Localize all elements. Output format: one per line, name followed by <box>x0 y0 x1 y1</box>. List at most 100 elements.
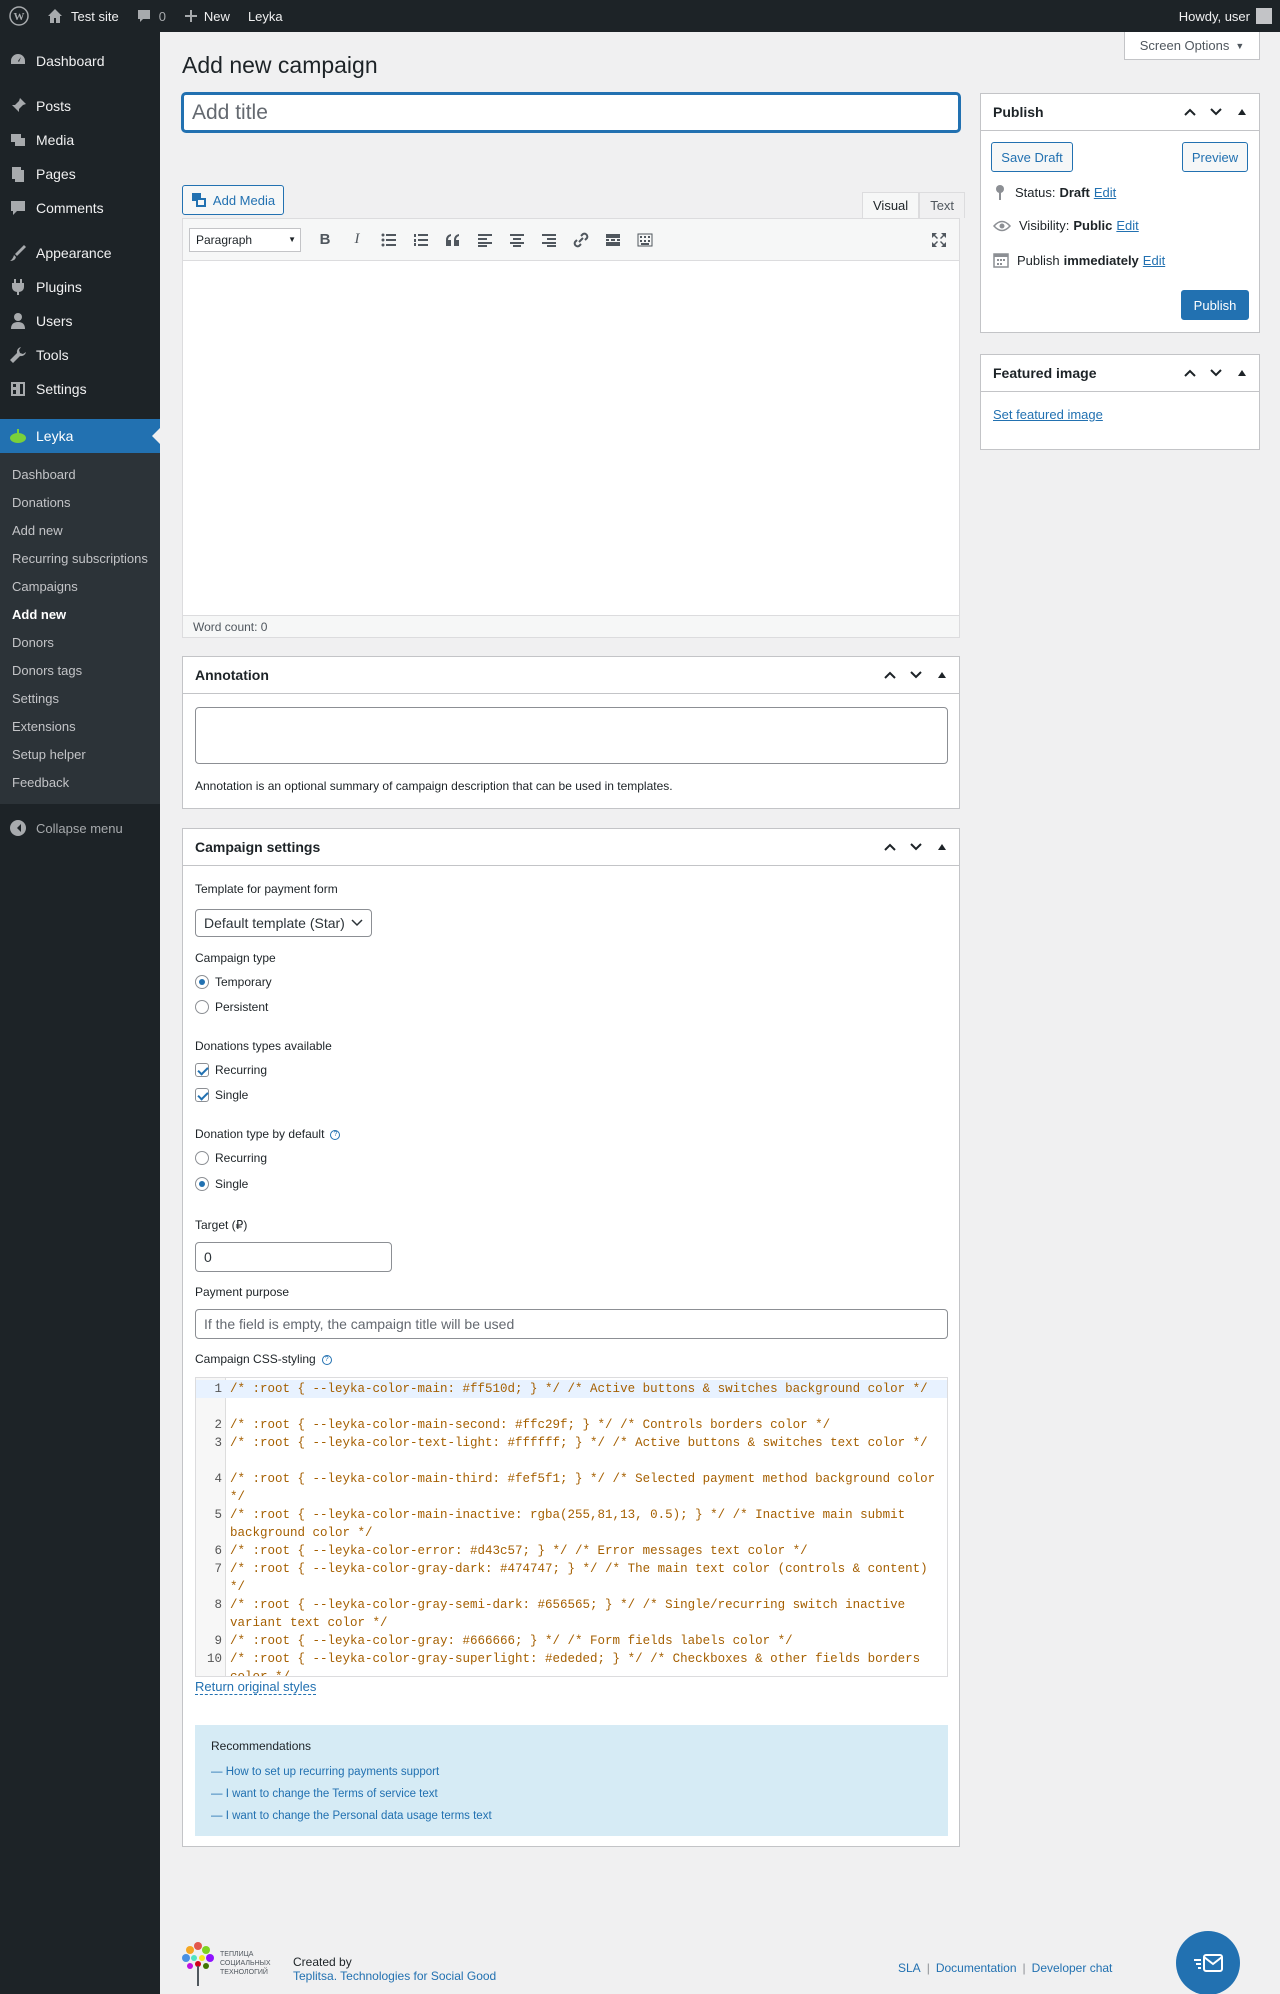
wordpress-logo[interactable]: W <box>0 0 38 32</box>
editor-content-area[interactable] <box>183 261 959 615</box>
checkbox-checked[interactable] <box>195 1063 209 1077</box>
save-draft-button[interactable]: Save Draft <box>991 142 1073 172</box>
sidebar-item-leyka[interactable]: Leyka <box>0 419 160 453</box>
align-left-icon[interactable] <box>469 225 501 255</box>
sidebar-item-tools[interactable]: Tools <box>0 338 160 372</box>
submenu-item-add-new-donation[interactable]: Add new <box>0 516 160 544</box>
radio-checked[interactable] <box>195 975 209 989</box>
edit-status-link[interactable]: Edit <box>1094 185 1116 200</box>
template-select[interactable]: Default template (Star) <box>195 909 372 937</box>
code-text: /* :root { --leyka-color-gray: #666666; … <box>230 1634 793 1648</box>
donation-type-single[interactable]: Single <box>195 1086 248 1104</box>
developer-chat-link[interactable]: Developer chat <box>1026 1961 1119 1975</box>
fullscreen-icon[interactable] <box>923 225 955 255</box>
bullet-list-icon[interactable] <box>373 225 405 255</box>
move-down-icon[interactable] <box>903 662 929 688</box>
new-content-link[interactable]: New <box>175 0 239 32</box>
collapse-menu-button[interactable]: Collapse menu <box>0 810 160 846</box>
move-up-icon[interactable] <box>877 834 903 860</box>
donation-type-recurring[interactable]: Recurring <box>195 1061 267 1079</box>
blockquote-icon[interactable] <box>437 225 469 255</box>
read-more-icon[interactable] <box>597 225 629 255</box>
submenu-item-donations[interactable]: Donations <box>0 488 160 516</box>
toggle-panel-icon[interactable] <box>1229 360 1255 386</box>
add-media-button[interactable]: Add Media <box>182 185 284 215</box>
leyka-bar-link[interactable]: Leyka <box>239 0 292 32</box>
screen-options-button[interactable]: Screen Options ▼ <box>1124 32 1260 60</box>
move-down-icon[interactable] <box>1203 99 1229 125</box>
radio-unchecked[interactable] <box>195 1000 209 1014</box>
help-icon[interactable]: ? <box>321 1354 332 1365</box>
submenu-item-donors-tags[interactable]: Donors tags <box>0 656 160 684</box>
sidebar-item-posts[interactable]: Posts <box>0 89 160 123</box>
recommendation-link[interactable]: — I want to change the Personal data usa… <box>211 1805 932 1827</box>
sidebar-item-users[interactable]: Users <box>0 304 160 338</box>
edit-schedule-link[interactable]: Edit <box>1143 253 1165 268</box>
return-original-styles-link[interactable]: Return original styles <box>195 1679 317 1695</box>
target-input[interactable] <box>195 1242 392 1272</box>
radio-checked[interactable] <box>195 1177 209 1191</box>
sidebar-item-dashboard[interactable]: Dashboard <box>0 44 160 78</box>
sla-link[interactable]: SLA <box>892 1961 927 1975</box>
campaign-type-persistent[interactable]: Persistent <box>195 998 268 1016</box>
sidebar-item-pages[interactable]: Pages <box>0 157 160 191</box>
help-icon[interactable]: ? <box>330 1129 341 1140</box>
payment-purpose-input[interactable] <box>195 1309 948 1339</box>
campaign-type-temporary[interactable]: Temporary <box>195 973 272 991</box>
move-up-icon[interactable] <box>1177 360 1203 386</box>
italic-icon[interactable]: I <box>341 225 373 255</box>
word-count: Word count: 0 <box>183 615 959 637</box>
publish-button[interactable]: Publish <box>1181 290 1249 320</box>
checkbox-checked[interactable] <box>195 1088 209 1102</box>
code-text: /* :root { --leyka-color-gray-dark: #474… <box>230 1562 936 1594</box>
annotation-textarea[interactable] <box>195 707 948 764</box>
preview-button[interactable]: Preview <box>1182 142 1248 172</box>
submenu-item-add-new-campaign[interactable]: Add new <box>0 600 160 628</box>
comments-link[interactable]: 0 <box>128 0 175 32</box>
campaign-title-input[interactable] <box>182 93 960 132</box>
support-chat-button[interactable] <box>1176 1931 1240 1994</box>
submenu-item-feedback[interactable]: Feedback <box>0 768 160 796</box>
submenu-item-setup-helper[interactable]: Setup helper <box>0 740 160 768</box>
toolbar-toggle-icon[interactable] <box>629 225 661 255</box>
set-featured-image-link[interactable]: Set featured image <box>993 407 1103 422</box>
toggle-panel-icon[interactable] <box>929 834 955 860</box>
tab-visual[interactable]: Visual <box>862 192 920 218</box>
recommendation-link[interactable]: — How to set up recurring payments suppo… <box>211 1761 932 1783</box>
tab-text[interactable]: Text <box>919 192 966 218</box>
submenu-item-dashboard[interactable]: Dashboard <box>0 460 160 488</box>
submenu-item-settings[interactable]: Settings <box>0 684 160 712</box>
account-menu[interactable]: Howdy, user <box>1179 8 1280 24</box>
align-center-icon[interactable] <box>501 225 533 255</box>
sidebar-item-appearance[interactable]: Appearance <box>0 236 160 270</box>
recommendation-link[interactable]: — I want to change the Terms of service … <box>211 1783 932 1805</box>
sidebar-item-comments[interactable]: Comments <box>0 191 160 225</box>
sidebar-item-plugins[interactable]: Plugins <box>0 270 160 304</box>
default-type-single[interactable]: Single <box>195 1175 248 1193</box>
edit-visibility-link[interactable]: Edit <box>1116 218 1138 233</box>
default-type-recurring[interactable]: Recurring <box>195 1149 267 1167</box>
submenu-item-extensions[interactable]: Extensions <box>0 712 160 740</box>
submenu-item-donors[interactable]: Donors <box>0 628 160 656</box>
site-name-link[interactable]: Test site <box>38 0 128 32</box>
recommendations-box: Recommendations — How to set up recurrin… <box>195 1725 948 1836</box>
move-up-icon[interactable] <box>877 662 903 688</box>
move-down-icon[interactable] <box>903 834 929 860</box>
sidebar-item-settings[interactable]: Settings <box>0 372 160 406</box>
sidebar-item-media[interactable]: Media <box>0 123 160 157</box>
css-code-editor[interactable]: 1 /* :root { --leyka-color-main: #ff510d;… <box>195 1377 948 1677</box>
numbered-list-icon[interactable] <box>405 225 437 255</box>
teplitsa-link[interactable]: Teplitsa. Technologies for Social Good <box>293 1969 496 1983</box>
move-up-icon[interactable] <box>1177 99 1203 125</box>
submenu-item-campaigns[interactable]: Campaigns <box>0 572 160 600</box>
documentation-link[interactable]: Documentation <box>930 1961 1023 1975</box>
submenu-item-recurring-subscriptions[interactable]: Recurring subscriptions <box>0 544 160 572</box>
format-select[interactable]: Paragraph ▼ <box>189 227 301 252</box>
link-icon[interactable] <box>565 225 597 255</box>
align-right-icon[interactable] <box>533 225 565 255</box>
toggle-panel-icon[interactable] <box>1229 99 1255 125</box>
move-down-icon[interactable] <box>1203 360 1229 386</box>
radio-unchecked[interactable] <box>195 1151 209 1165</box>
bold-icon[interactable]: B <box>309 225 341 255</box>
toggle-panel-icon[interactable] <box>929 662 955 688</box>
